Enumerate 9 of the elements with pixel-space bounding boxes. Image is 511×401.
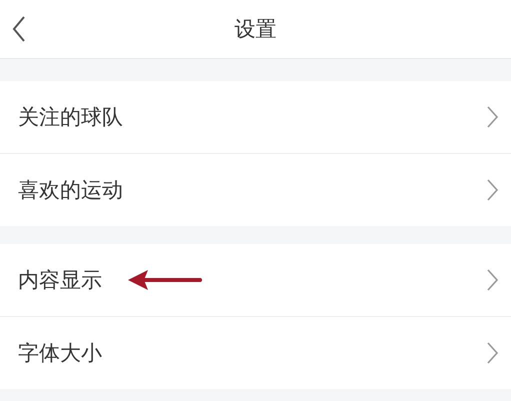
setting-label[interactable]: 内容显示 xyxy=(18,266,102,294)
page-title: 设置 xyxy=(234,16,276,43)
chevron-icon xyxy=(487,106,499,128)
setting-label[interactable]: 喜欢的运动 xyxy=(18,176,123,204)
chevron-icon xyxy=(487,179,499,201)
chevron-icon xyxy=(487,342,499,364)
chevron-icon xyxy=(487,269,499,291)
setting-label[interactable]: 字体大小 xyxy=(18,339,102,367)
setting-label[interactable]: 关注的球队 xyxy=(18,103,123,131)
